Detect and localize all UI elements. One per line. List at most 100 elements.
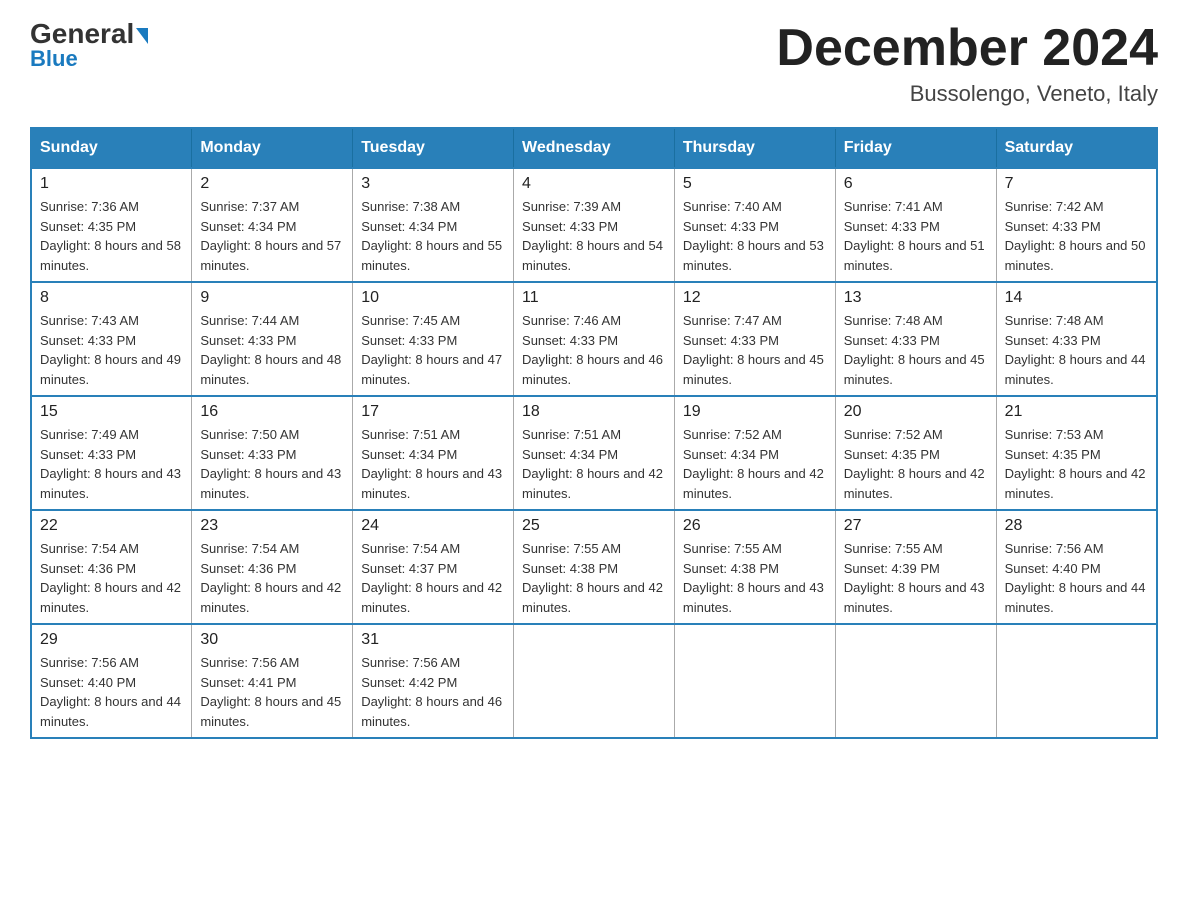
table-row: 20 Sunrise: 7:52 AM Sunset: 4:35 PM Dayl… [835,396,996,510]
header-sunday: Sunday [31,128,192,168]
day-info: Sunrise: 7:50 AM Sunset: 4:33 PM Dayligh… [200,425,344,503]
sunset-label: Sunset: 4:37 PM [361,561,457,576]
sunset-label: Sunset: 4:35 PM [844,447,940,462]
daylight-label: Daylight: 8 hours and 44 minutes. [1005,352,1146,387]
sunrise-label: Sunrise: 7:50 AM [200,427,299,442]
day-info: Sunrise: 7:46 AM Sunset: 4:33 PM Dayligh… [522,311,666,389]
sunrise-label: Sunrise: 7:49 AM [40,427,139,442]
day-number: 3 [361,175,505,193]
day-number: 16 [200,403,344,421]
day-info: Sunrise: 7:56 AM Sunset: 4:40 PM Dayligh… [1005,539,1148,617]
daylight-label: Daylight: 8 hours and 42 minutes. [200,580,341,615]
daylight-label: Daylight: 8 hours and 46 minutes. [361,694,502,729]
table-row: 26 Sunrise: 7:55 AM Sunset: 4:38 PM Dayl… [674,510,835,624]
daylight-label: Daylight: 8 hours and 42 minutes. [40,580,181,615]
table-row: 9 Sunrise: 7:44 AM Sunset: 4:33 PM Dayli… [192,282,353,396]
day-info: Sunrise: 7:39 AM Sunset: 4:33 PM Dayligh… [522,197,666,275]
daylight-label: Daylight: 8 hours and 42 minutes. [1005,466,1146,501]
sunset-label: Sunset: 4:35 PM [40,219,136,234]
day-info: Sunrise: 7:53 AM Sunset: 4:35 PM Dayligh… [1005,425,1148,503]
calendar-title: December 2024 [776,20,1158,77]
day-info: Sunrise: 7:36 AM Sunset: 4:35 PM Dayligh… [40,197,183,275]
table-row: 17 Sunrise: 7:51 AM Sunset: 4:34 PM Dayl… [353,396,514,510]
day-number: 22 [40,517,183,535]
sunrise-label: Sunrise: 7:47 AM [683,313,782,328]
day-info: Sunrise: 7:52 AM Sunset: 4:35 PM Dayligh… [844,425,988,503]
table-row: 14 Sunrise: 7:48 AM Sunset: 4:33 PM Dayl… [996,282,1157,396]
day-info: Sunrise: 7:44 AM Sunset: 4:33 PM Dayligh… [200,311,344,389]
sunset-label: Sunset: 4:34 PM [200,219,296,234]
daylight-label: Daylight: 8 hours and 48 minutes. [200,352,341,387]
calendar-week-row: 29 Sunrise: 7:56 AM Sunset: 4:40 PM Dayl… [31,624,1157,738]
day-info: Sunrise: 7:47 AM Sunset: 4:33 PM Dayligh… [683,311,827,389]
daylight-label: Daylight: 8 hours and 42 minutes. [844,466,985,501]
daylight-label: Daylight: 8 hours and 45 minutes. [683,352,824,387]
day-info: Sunrise: 7:38 AM Sunset: 4:34 PM Dayligh… [361,197,505,275]
sunrise-label: Sunrise: 7:39 AM [522,199,621,214]
day-number: 27 [844,517,988,535]
sunset-label: Sunset: 4:35 PM [1005,447,1101,462]
sunset-label: Sunset: 4:40 PM [1005,561,1101,576]
day-number: 14 [1005,289,1148,307]
day-info: Sunrise: 7:48 AM Sunset: 4:33 PM Dayligh… [844,311,988,389]
calendar-week-row: 1 Sunrise: 7:36 AM Sunset: 4:35 PM Dayli… [31,168,1157,282]
daylight-label: Daylight: 8 hours and 51 minutes. [844,238,985,273]
day-info: Sunrise: 7:54 AM Sunset: 4:36 PM Dayligh… [200,539,344,617]
daylight-label: Daylight: 8 hours and 42 minutes. [683,466,824,501]
day-number: 10 [361,289,505,307]
daylight-label: Daylight: 8 hours and 45 minutes. [200,694,341,729]
day-number: 26 [683,517,827,535]
calendar-subtitle: Bussolengo, Veneto, Italy [776,81,1158,107]
header-wednesday: Wednesday [514,128,675,168]
page-header: General Blue December 2024 Bussolengo, V… [30,20,1158,107]
sunset-label: Sunset: 4:42 PM [361,675,457,690]
sunrise-label: Sunrise: 7:54 AM [40,541,139,556]
header-saturday: Saturday [996,128,1157,168]
sunrise-label: Sunrise: 7:55 AM [522,541,621,556]
sunset-label: Sunset: 4:36 PM [200,561,296,576]
day-info: Sunrise: 7:56 AM Sunset: 4:41 PM Dayligh… [200,653,344,731]
header-monday: Monday [192,128,353,168]
sunset-label: Sunset: 4:33 PM [361,333,457,348]
sunrise-label: Sunrise: 7:55 AM [683,541,782,556]
table-row: 24 Sunrise: 7:54 AM Sunset: 4:37 PM Dayl… [353,510,514,624]
day-number: 12 [683,289,827,307]
daylight-label: Daylight: 8 hours and 57 minutes. [200,238,341,273]
day-number: 24 [361,517,505,535]
sunset-label: Sunset: 4:34 PM [361,219,457,234]
day-info: Sunrise: 7:49 AM Sunset: 4:33 PM Dayligh… [40,425,183,503]
logo-text-general: General [30,20,148,48]
daylight-label: Daylight: 8 hours and 43 minutes. [40,466,181,501]
sunrise-label: Sunrise: 7:56 AM [361,655,460,670]
header-friday: Friday [835,128,996,168]
daylight-label: Daylight: 8 hours and 47 minutes. [361,352,502,387]
sunset-label: Sunset: 4:41 PM [200,675,296,690]
table-row [674,624,835,738]
sunrise-label: Sunrise: 7:44 AM [200,313,299,328]
sunrise-label: Sunrise: 7:56 AM [1005,541,1104,556]
sunset-label: Sunset: 4:33 PM [844,333,940,348]
table-row [835,624,996,738]
sunset-label: Sunset: 4:38 PM [522,561,618,576]
daylight-label: Daylight: 8 hours and 43 minutes. [844,580,985,615]
table-row: 2 Sunrise: 7:37 AM Sunset: 4:34 PM Dayli… [192,168,353,282]
day-info: Sunrise: 7:52 AM Sunset: 4:34 PM Dayligh… [683,425,827,503]
sunset-label: Sunset: 4:34 PM [683,447,779,462]
table-row: 5 Sunrise: 7:40 AM Sunset: 4:33 PM Dayli… [674,168,835,282]
sunrise-label: Sunrise: 7:53 AM [1005,427,1104,442]
sunrise-label: Sunrise: 7:48 AM [844,313,943,328]
header-tuesday: Tuesday [353,128,514,168]
sunset-label: Sunset: 4:33 PM [200,333,296,348]
day-number: 13 [844,289,988,307]
day-number: 5 [683,175,827,193]
weekday-header-row: Sunday Monday Tuesday Wednesday Thursday… [31,128,1157,168]
logo-text-blue: Blue [30,46,78,72]
table-row: 3 Sunrise: 7:38 AM Sunset: 4:34 PM Dayli… [353,168,514,282]
table-row: 4 Sunrise: 7:39 AM Sunset: 4:33 PM Dayli… [514,168,675,282]
table-row: 16 Sunrise: 7:50 AM Sunset: 4:33 PM Dayl… [192,396,353,510]
table-row: 10 Sunrise: 7:45 AM Sunset: 4:33 PM Dayl… [353,282,514,396]
table-row: 30 Sunrise: 7:56 AM Sunset: 4:41 PM Dayl… [192,624,353,738]
day-number: 6 [844,175,988,193]
table-row [996,624,1157,738]
sunrise-label: Sunrise: 7:37 AM [200,199,299,214]
